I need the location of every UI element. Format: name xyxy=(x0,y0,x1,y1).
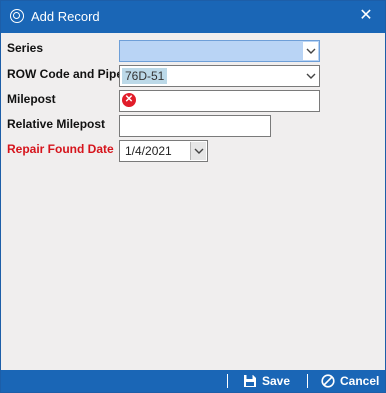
add-record-dialog: Add Record ✕ Series ROW Code and Pipe 76… xyxy=(0,0,386,393)
cancel-label: Cancel xyxy=(340,374,380,388)
chevron-down-icon xyxy=(306,48,316,54)
dialog-footer: Save Cancel xyxy=(1,370,385,392)
chevron-down-icon xyxy=(306,73,316,79)
save-button[interactable]: Save xyxy=(243,373,303,389)
app-icon xyxy=(10,9,24,23)
cancel-button[interactable]: Cancel xyxy=(321,373,383,389)
milepost-input[interactable]: ✕ xyxy=(119,90,320,112)
series-dropdown-button[interactable] xyxy=(303,42,318,60)
row-code-dropdown[interactable]: 76D-51 xyxy=(119,65,320,87)
row-code-label: ROW Code and Pipe xyxy=(7,67,124,81)
repair-found-date-value: 1/4/2021 xyxy=(125,144,172,158)
cancel-icon xyxy=(321,374,335,388)
row-code-dropdown-button[interactable] xyxy=(303,67,318,85)
series-label: Series xyxy=(7,41,44,55)
row-code-tag[interactable]: 76D-51 xyxy=(122,68,168,84)
footer-divider xyxy=(227,374,228,388)
footer-divider xyxy=(307,374,308,388)
error-icon: ✕ xyxy=(122,93,136,107)
series-dropdown[interactable] xyxy=(119,40,320,62)
repair-found-date-label: Repair Found Date xyxy=(7,142,114,156)
chevron-down-icon xyxy=(194,148,204,154)
save-label: Save xyxy=(262,374,291,388)
close-button[interactable]: ✕ xyxy=(355,5,377,27)
relative-milepost-label: Relative Milepost xyxy=(7,117,106,131)
relative-milepost-input[interactable] xyxy=(119,115,271,137)
title-bar: Add Record ✕ xyxy=(1,1,385,33)
repair-found-date-picker[interactable]: 1/4/2021 xyxy=(119,140,208,162)
save-icon xyxy=(244,375,256,387)
date-dropdown-button[interactable] xyxy=(190,142,206,160)
milepost-label: Milepost xyxy=(7,92,56,106)
dialog-title: Add Record xyxy=(31,9,100,24)
